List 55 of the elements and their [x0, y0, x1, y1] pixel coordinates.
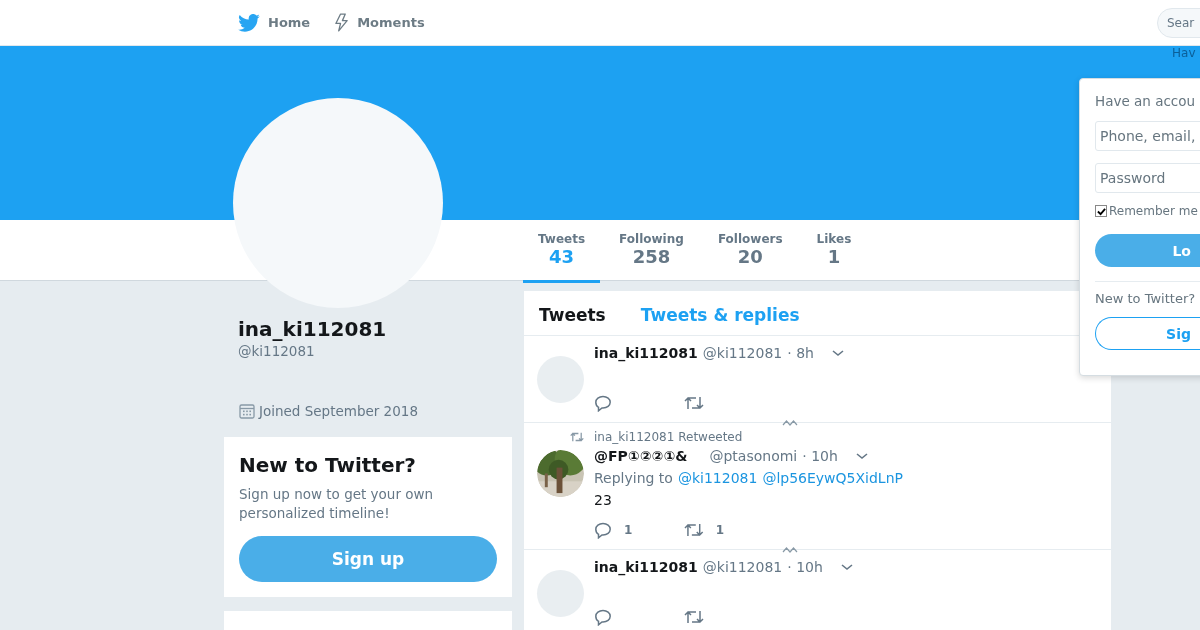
joined-date: Joined September 2018 — [259, 403, 418, 419]
card-title: New to Twitter? — [239, 453, 417, 477]
retweet-icon — [570, 431, 584, 443]
retweet-icon[interactable] — [684, 522, 704, 538]
signup-prompt: New to Twitter? — [1095, 291, 1197, 306]
stat-tab[interactable]: Tweets 43 — [523, 220, 601, 283]
timeline-tab[interactable]: Tweets — [539, 305, 606, 325]
author-handle[interactable]: @ptasonomi — [709, 448, 798, 464]
bird-icon — [238, 13, 260, 32]
expand-icon[interactable] — [782, 420, 798, 426]
reply-count: 1 — [624, 523, 633, 537]
caret-icon[interactable] — [830, 348, 845, 358]
reply-icon[interactable] — [594, 521, 612, 539]
tweet-time[interactable]: · 10h — [802, 448, 838, 464]
calendar-icon — [239, 403, 255, 419]
caret-icon[interactable] — [839, 562, 854, 572]
tweet-text: 23 — [594, 492, 613, 508]
timeline-tab[interactable]: Tweets & replies — [640, 305, 800, 325]
tweet-time[interactable]: · 8h — [787, 345, 814, 361]
author-name[interactable]: ina_ki112081 — [594, 559, 698, 575]
lightning-icon — [334, 13, 350, 32]
retweet-icon[interactable] — [684, 609, 704, 625]
stat-tab[interactable]: Following 258 — [604, 220, 699, 283]
mention-link[interactable]: @ki112081 — [677, 470, 758, 486]
author-name[interactable]: ina_ki112081 — [594, 345, 698, 361]
retweet-count: 1 — [715, 523, 724, 537]
profile-handle: @ki112081 — [238, 343, 316, 359]
reply-icon[interactable] — [594, 608, 612, 626]
author-handle[interactable]: @ki112081 — [702, 559, 783, 575]
nav-tab[interactable]: Home — [238, 0, 311, 45]
reply-icon[interactable] — [594, 394, 612, 412]
card-text: Sign up now to get your own personalized timeline! — [239, 485, 435, 523]
login-title: Have an accou — [1095, 93, 1197, 109]
author-name[interactable]: @FP①②②①& — [594, 448, 688, 464]
password-field[interactable]: Password — [1095, 163, 1200, 193]
caret-icon[interactable] — [854, 451, 869, 461]
expand-icon[interactable] — [782, 547, 798, 553]
stat-tab[interactable]: Likes 1 — [801, 220, 867, 283]
username-field[interactable]: Phone, email, — [1095, 121, 1200, 151]
stat-tab[interactable]: Followers 20 — [702, 220, 798, 283]
author-handle[interactable]: @ki112081 — [702, 345, 783, 361]
login-button[interactable]: Lo — [1095, 234, 1200, 267]
nav-tab[interactable]: Moments — [334, 0, 425, 45]
signup-button[interactable]: Sign up — [239, 536, 497, 582]
profile-name: ina_ki112081 — [238, 317, 388, 341]
signup-button[interactable]: Sig — [1095, 317, 1200, 350]
mention-link[interactable]: @lp56EywQ5XidLnP — [762, 470, 903, 486]
search-field[interactable]: Sear — [1157, 8, 1200, 38]
retweet-icon[interactable] — [684, 395, 704, 411]
remember-label: Remember me — [1109, 204, 1198, 218]
retweet-label: ina_ki112081 Retweeted — [594, 430, 743, 444]
hint-text: Hav — [1172, 46, 1196, 60]
tweet-time[interactable]: · 10h — [787, 559, 823, 575]
remember-checkbox[interactable] — [1095, 205, 1107, 217]
reply-label: Replying to — [594, 470, 673, 486]
